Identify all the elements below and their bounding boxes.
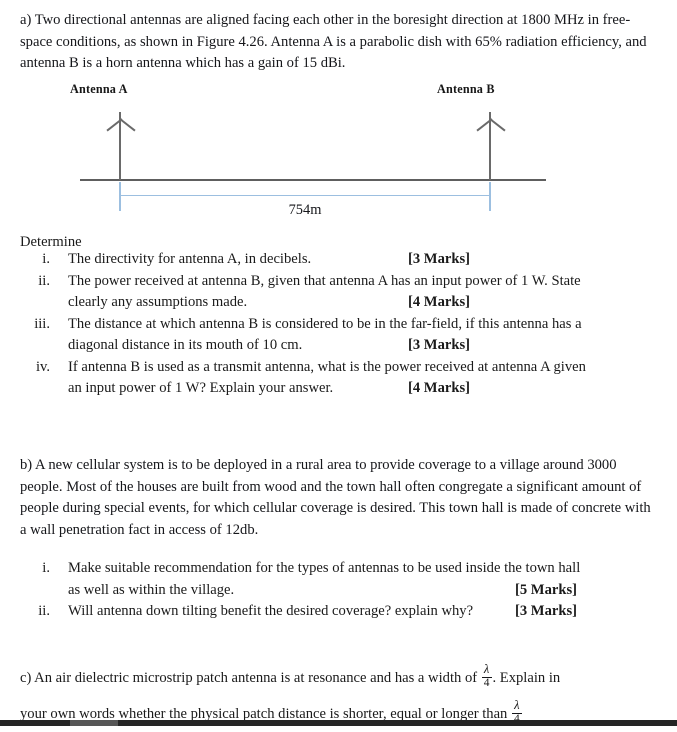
distance-label: 754m xyxy=(288,202,322,218)
ground-line xyxy=(80,179,546,181)
list-item-line: If antenna B is used as a transmit anten… xyxy=(68,358,586,375)
list-item-numeral: iii. xyxy=(34,315,50,332)
list-item-body: If antenna B is used as a transmit anten… xyxy=(68,357,658,400)
list-item: iv. If antenna B is used as a transmit a… xyxy=(20,357,658,400)
antenna-b-label: Antenna B xyxy=(437,82,495,96)
section-c-line-1-after: . Explain in xyxy=(492,670,561,686)
list-item-line: The distance at which antenna B is consi… xyxy=(68,315,582,332)
list-item-numeral: i. xyxy=(42,560,50,576)
determine-list: i. The directivity for antenna A, in deci… xyxy=(20,249,658,400)
list-item: ii. Will antenna down tilting benefit the… xyxy=(20,601,658,623)
section-c-line-2: your own words whether the physical patc… xyxy=(20,696,660,732)
list-item-line: an input power of 1 W? Explain your answ… xyxy=(68,378,658,400)
antenna-b-right-arm-icon xyxy=(489,118,506,132)
list-item-numeral: iv. xyxy=(35,358,50,375)
marks-badge: [3 Marks] xyxy=(408,337,471,353)
section-c-line-1: c) An air dielectric microstrip patch an… xyxy=(20,660,660,696)
list-item-line: Will antenna down tilting benefit the de… xyxy=(68,601,658,623)
list-item-numeral: ii. xyxy=(38,603,50,619)
list-item-body: The power received at antenna B, given t… xyxy=(68,271,658,314)
list-item-body: Will antenna down tilting benefit the de… xyxy=(68,601,658,623)
list-item-line: The power received at antenna B, given t… xyxy=(68,272,581,289)
fraction-numerator: λ xyxy=(483,661,490,676)
dimension-line xyxy=(121,195,489,196)
list-item-numeral: ii. xyxy=(38,272,50,289)
list-item: ii. The power received at antenna B, give… xyxy=(20,271,658,314)
list-item: i. Make suitable recommendation for the t… xyxy=(20,558,658,601)
marks-badge: [3 Marks] xyxy=(408,251,471,267)
document-page: a) Two directional antennas are aligned … xyxy=(0,0,677,726)
section-b-paragraph: b) A new cellular system is to be deploy… xyxy=(20,457,651,538)
window-chrome-strip xyxy=(0,720,677,726)
section-b-list: i. Make suitable recommendation for the t… xyxy=(20,558,658,623)
section-a-paragraph: a) Two directional antennas are aligned … xyxy=(20,12,647,71)
marks-badge: [4 Marks] xyxy=(408,380,471,396)
window-chrome-active-segment xyxy=(70,720,118,726)
list-item-line: as well as within the village. [5 Marks] xyxy=(68,580,658,602)
antenna-a-label: Antenna A xyxy=(70,82,128,96)
list-item: iii. The distance at which antenna B is c… xyxy=(20,314,658,357)
antenna-a-right-arm-icon xyxy=(119,118,136,132)
lambda-over-four-fraction-1: λ4 xyxy=(481,661,492,689)
fraction-denominator: 4 xyxy=(483,676,490,689)
antenna-figure: Antenna A Antenna B 754m xyxy=(0,78,677,230)
list-item-body: The directivity for antenna A, in decibe… xyxy=(68,249,658,271)
fraction-numerator: λ xyxy=(514,697,520,712)
list-item-numeral: i. xyxy=(42,251,50,267)
list-item-line: diagonal distance in its mouth of 10 cm.… xyxy=(68,335,658,357)
list-item-body: Make suitable recommendation for the typ… xyxy=(68,558,658,601)
marks-badge: [4 Marks] xyxy=(408,294,471,310)
list-item: i. The directivity for antenna A, in deci… xyxy=(20,249,658,271)
list-item-line: Make suitable recommendation for the typ… xyxy=(68,560,581,576)
marks-badge: [3 Marks] xyxy=(515,603,578,619)
section-c-line-1-before: c) An air dielectric microstrip patch an… xyxy=(20,670,481,686)
marks-badge: [5 Marks] xyxy=(515,581,578,598)
list-item-line: The directivity for antenna A, in decibe… xyxy=(68,249,658,271)
list-item-line: clearly any assumptions made. [4 Marks] xyxy=(68,292,658,314)
list-item-body: The distance at which antenna B is consi… xyxy=(68,314,658,357)
